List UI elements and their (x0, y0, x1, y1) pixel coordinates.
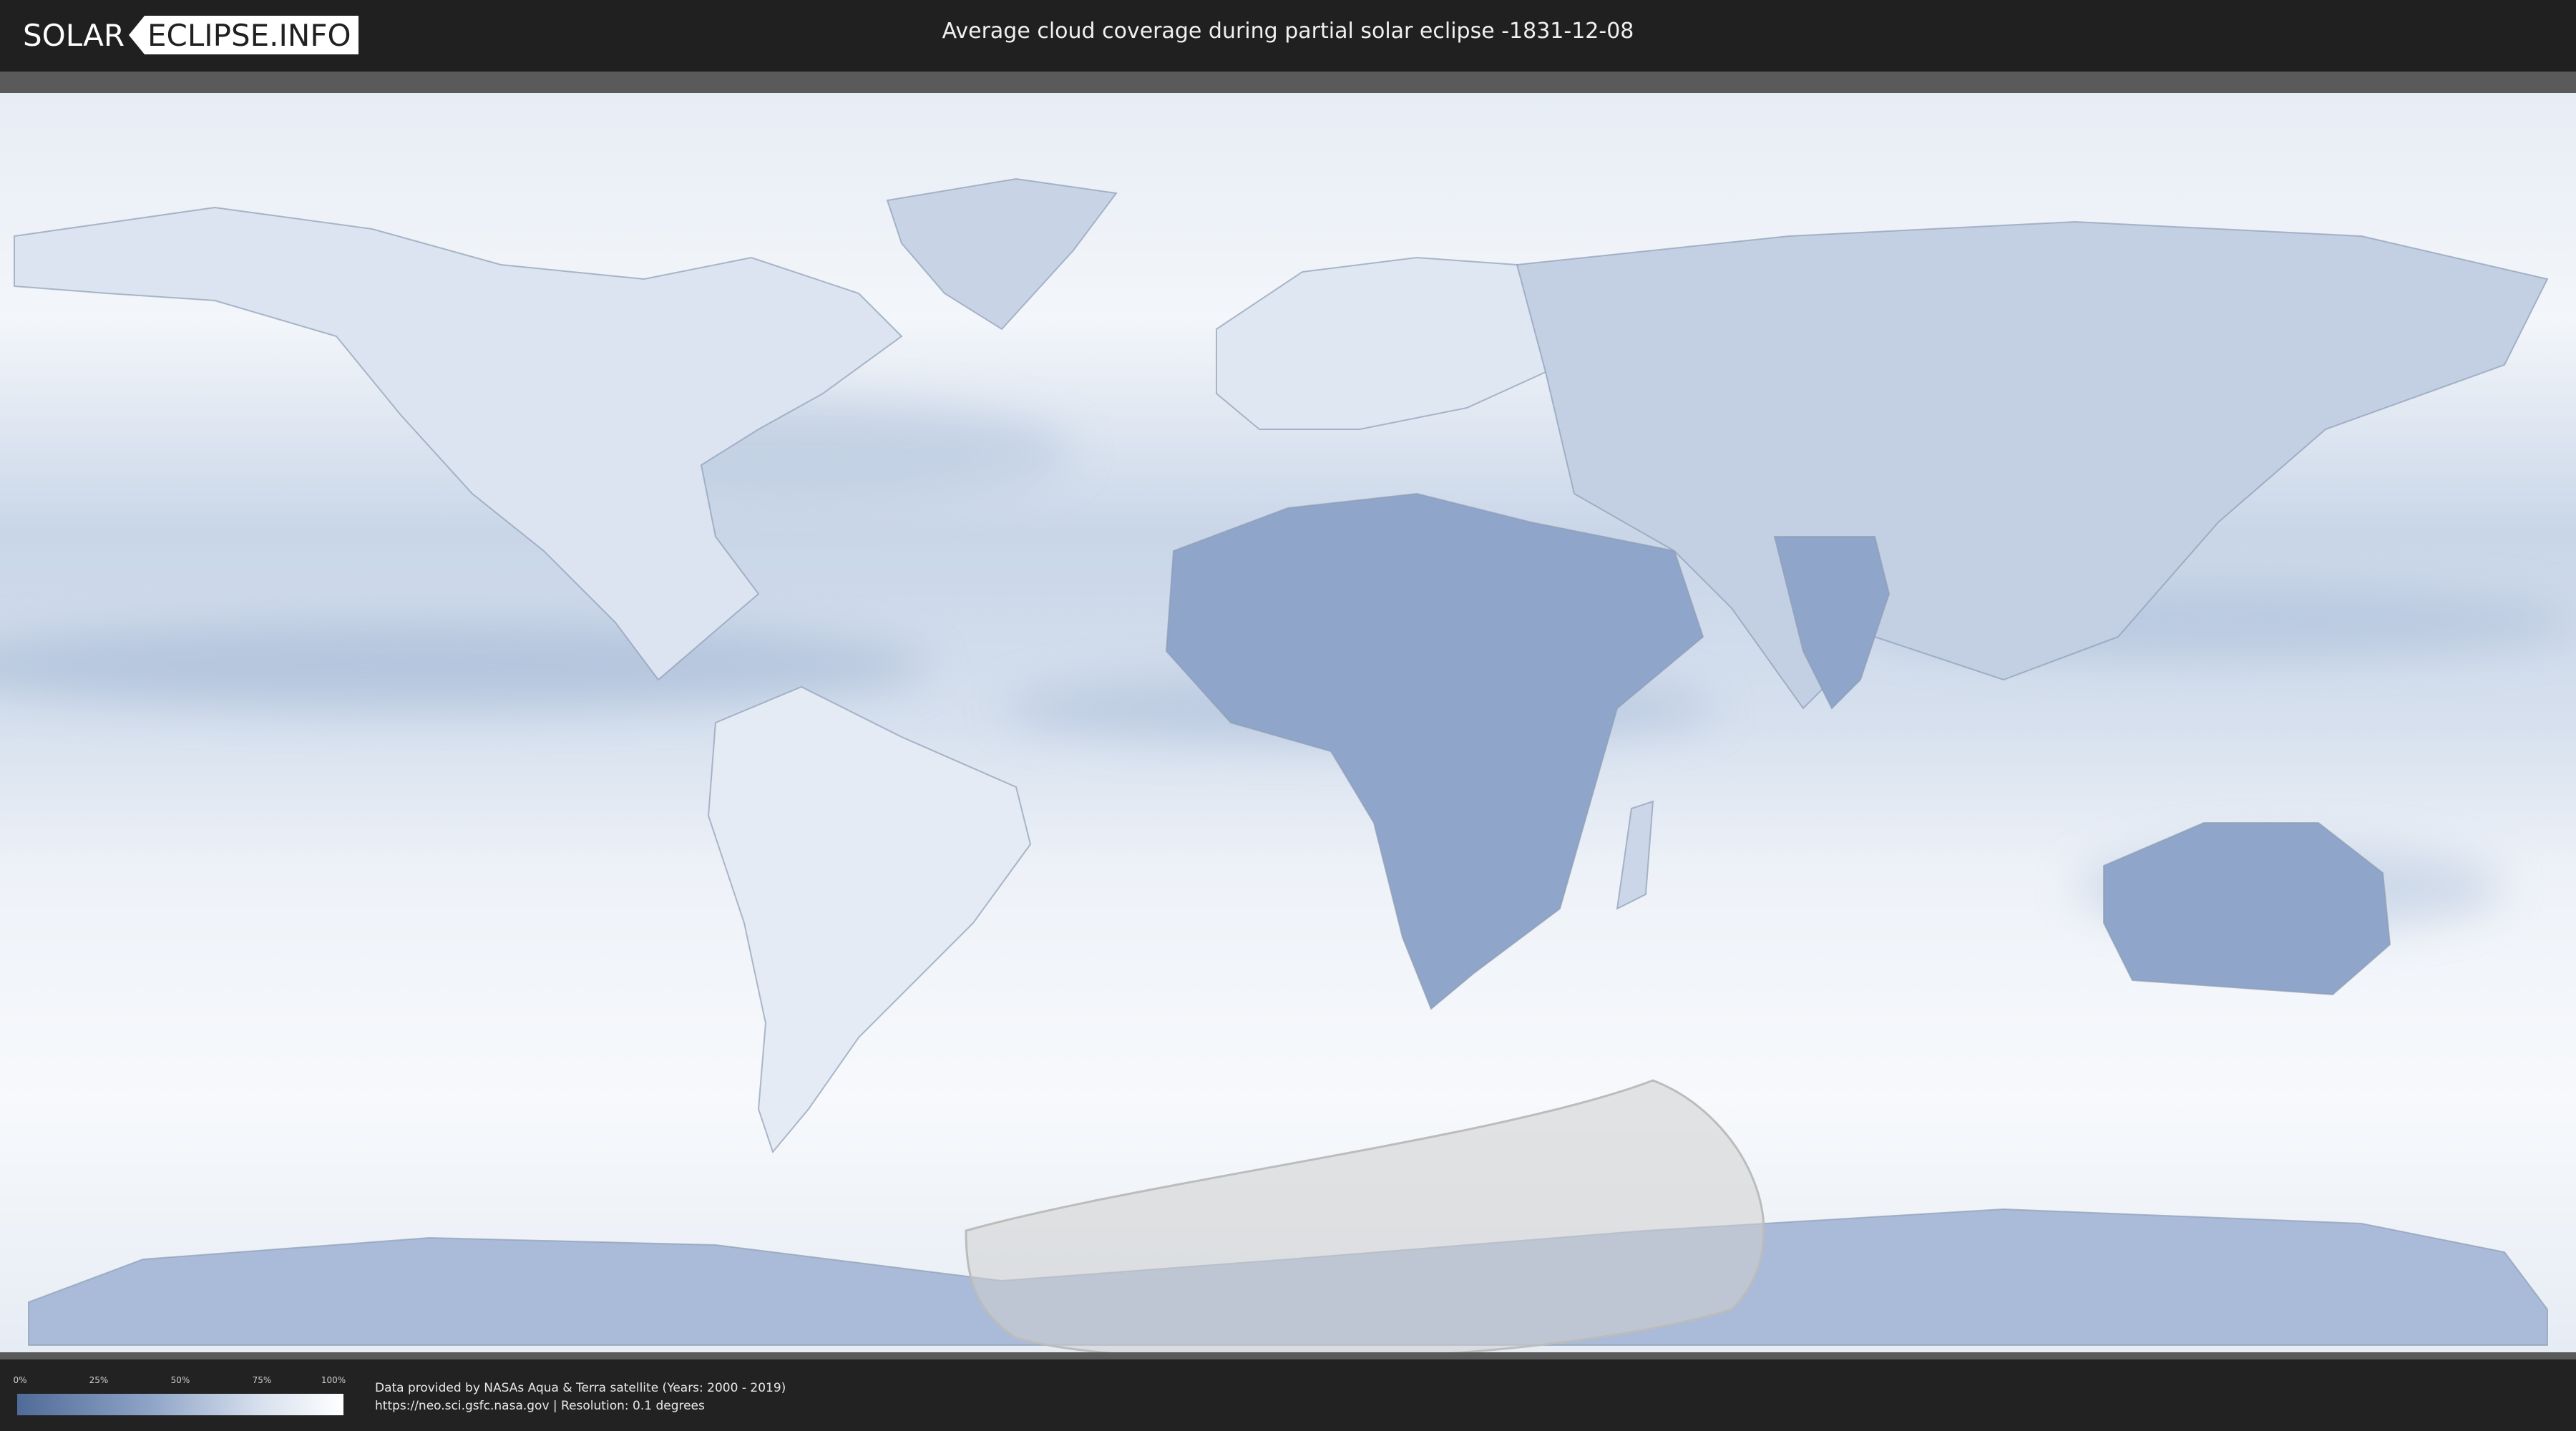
legend-tick-100: 100% (321, 1375, 346, 1385)
credit-url-resolution[interactable]: https://neo.sci.gsfc.nasa.gov | Resoluti… (375, 1397, 786, 1415)
legend-tick-0: 0% (13, 1375, 27, 1385)
landmass-australia (2103, 822, 2391, 996)
credits: Data provided by NASAs Aqua & Terra sate… (375, 1379, 786, 1415)
legend-tick-50: 50% (170, 1375, 190, 1385)
footer-bar: 0% 25% 50% 75% 100% Data provided by NAS… (0, 1359, 2576, 1431)
map-frame (0, 72, 2576, 1359)
credit-data-source: Data provided by NASAs Aqua & Terra sate… (375, 1381, 786, 1395)
legend-color-bar (17, 1394, 343, 1415)
header-bar: SOLAR ECLIPSE.INFO Average cloud coverag… (0, 0, 2576, 72)
cloud-coverage-map (0, 93, 2576, 1352)
legend-tick-25: 25% (89, 1375, 109, 1385)
page-title: Average cloud coverage during partial so… (942, 19, 1634, 44)
legend-tick-75: 75% (252, 1375, 272, 1385)
